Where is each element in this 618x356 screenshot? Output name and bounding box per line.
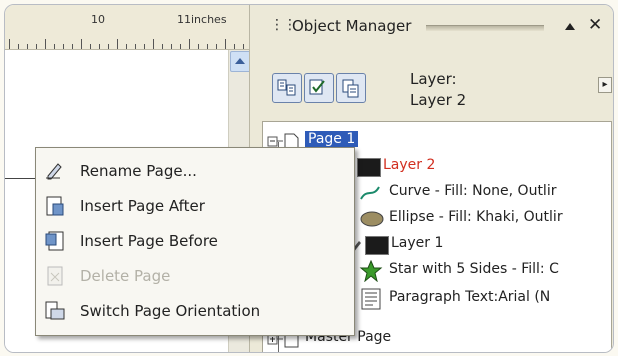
horizontal-ruler[interactable]: 10 11 inches [5,5,249,50]
docker-title-bar[interactable]: ⋮⋮ Object Manager ✕ [250,5,613,49]
scroll-up-button[interactable] [230,51,251,72]
ruler-tick [198,44,199,49]
page-context-menu: Rename Page... Insert Page After Insert … [35,147,355,336]
ruler-tick [144,44,145,49]
delete-page-icon [47,266,63,286]
ellipse-label: Ellipse - Fill: Khaki, Outlir [389,209,563,225]
layer-manager-view-icon[interactable] [336,73,366,103]
ruler-tick [162,44,163,49]
menu-item-rename-page[interactable]: Rename Page... [42,156,342,188]
curve-icon [360,186,380,200]
paragraph-label: Paragraph Text:Arial (N [389,289,551,305]
ruler-tick [45,39,46,49]
layer1-color-swatch [365,236,389,255]
menu-item-insert-page-before[interactable]: Insert Page Before [42,226,342,258]
ruler-tick [180,44,181,49]
ruler-tick [108,44,109,49]
ruler-tick [81,39,82,49]
ellipse-icon [360,211,384,227]
close-docker-icon[interactable]: ✕ [588,15,602,35]
star-label: Star with 5 Sides - Fill: C [389,261,559,277]
ruler-tick [225,39,226,49]
ruler-tick [99,44,100,49]
app-window: 10 11 inches ⋮⋮ Object Manager ✕ Layer: … [4,4,614,353]
ruler-tick [90,44,91,49]
curve-label: Curve - Fill: None, Outlir [389,183,557,199]
ruler-tick [117,39,118,49]
ruler-tick [234,44,235,49]
ruler-tick [171,44,172,49]
ruler-mark-11: 11 [177,13,191,26]
rename-page-icon [46,163,62,180]
ruler-tick [54,44,55,49]
active-layer-name: Layer 2 [410,91,467,109]
ruler-tick [243,44,244,49]
menu-item-delete-page: Delete Page [42,261,342,293]
ruler-tick [27,44,28,49]
active-layer-label: Layer: Layer 2 [410,69,466,111]
insert-page-before-label: Insert Page Before [80,232,218,250]
rename-page-label: Rename Page... [80,162,197,180]
star-icon [359,260,383,282]
ruler-tick [126,44,127,49]
docker-title: Object Manager [292,17,412,35]
insert-page-after-label: Insert Page After [80,197,205,215]
layer2-label: Layer 2 [383,157,436,173]
insert-page-after-icon [46,196,64,216]
layer-heading: Layer: [410,70,457,88]
layer1-label: Layer 1 [391,235,444,251]
page1-label: Page 1 [305,131,359,147]
page-border-line [5,178,35,179]
ruler-mark-10: 10 [91,13,105,26]
ruler-tick [72,44,73,49]
ruler-tick [153,39,154,49]
switch-orientation-icon [45,301,65,320]
insert-page-before-icon [45,231,64,251]
menu-item-insert-page-after[interactable]: Insert Page After [42,191,342,223]
switch-page-orientation-label: Switch Page Orientation [80,302,261,320]
ruler-ticks [5,37,249,49]
layer2-color-swatch [357,158,381,177]
ruler-tick [189,39,190,49]
paragraph-text-icon [361,288,381,310]
docker-title-bar-gradient [426,25,544,31]
edit-across-layers-icon[interactable] [304,73,334,103]
ruler-tick [9,39,10,49]
collapse-docker-icon[interactable] [565,23,575,30]
menu-item-switch-page-orientation[interactable]: Switch Page Orientation [42,296,342,328]
ruler-tick [18,44,19,49]
ruler-tick [207,44,208,49]
ruler-unit-label: inches [191,13,227,26]
ruler-tick [135,44,136,49]
ruler-tick [63,44,64,49]
show-object-properties-icon[interactable] [272,73,302,103]
ruler-tick [216,44,217,49]
docker-menu-arrow-icon[interactable]: ▸ [598,77,612,93]
docker-toolbar: Layer: Layer 2 ▸ [270,63,612,117]
ruler-tick [36,44,37,49]
delete-page-label: Delete Page [80,267,171,285]
